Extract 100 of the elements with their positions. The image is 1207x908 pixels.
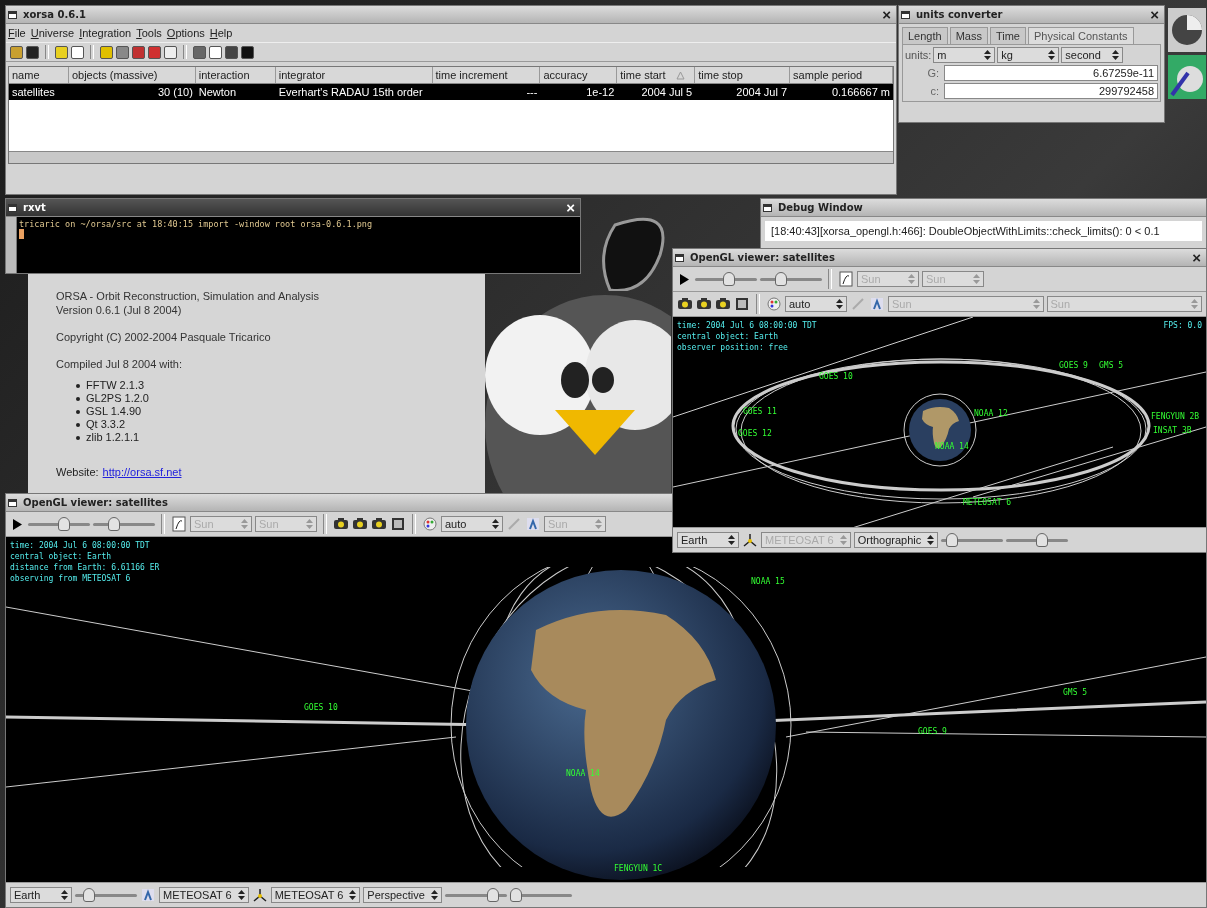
spinner-arrows-icon [1032,299,1040,309]
dropdown[interactable]: m [933,47,996,63]
window-title: rxvt [23,202,46,213]
table-cell-text: --- [525,85,539,100]
slider-handle[interactable] [108,517,120,531]
table-cell-text: 2004 Jul 5 [640,85,694,100]
film-icon[interactable] [734,296,750,312]
column-header[interactable]: interaction [195,67,276,83]
brush-icon[interactable] [1168,55,1206,99]
tab[interactable]: Physical Constants [1028,27,1134,44]
menu-item[interactable]: Tools [136,27,162,39]
camera-icon[interactable] [333,516,349,532]
play-button[interactable] [677,273,692,285]
camera-icon[interactable] [696,296,712,312]
figure-icon[interactable] [140,887,156,903]
menu-item[interactable]: Options [166,27,205,39]
column-header[interactable]: time start [617,67,696,83]
dropdown[interactable]: auto [441,516,503,532]
axes-icon[interactable] [742,532,758,548]
dropdown[interactable]: Earth [10,887,72,903]
slider[interactable] [93,517,155,531]
dropdown[interactable]: METEOSAT 6 [270,887,361,903]
camera-icon[interactable] [677,296,693,312]
column-header[interactable]: objects (massive) [68,67,196,83]
bullet-icon [76,435,80,440]
dropdown[interactable]: Perspective [363,887,442,903]
column-header[interactable]: sample period [790,67,893,83]
window-menu-icon[interactable] [675,253,684,262]
column-header[interactable]: time increment [432,67,541,83]
slider[interactable] [760,272,822,286]
slider[interactable] [75,888,137,902]
slider-handle[interactable] [775,272,787,286]
tab[interactable]: Mass [949,27,988,44]
close-button[interactable]: × [1189,250,1204,265]
column-header[interactable]: name [9,67,69,83]
dropdown[interactable]: kg [997,47,1060,63]
window-menu-icon[interactable] [763,203,772,212]
slider-handle[interactable] [82,888,95,902]
window-menu-icon[interactable] [8,498,17,507]
vertical-scrollbar[interactable] [6,217,17,273]
window-title: Debug Window [778,202,863,213]
dropdown[interactable]: second [1061,47,1124,63]
slider-handle[interactable] [946,533,959,547]
camera-icon[interactable] [715,296,731,312]
constant-field[interactable]: 6.67259e-11 [944,65,1158,81]
slider[interactable] [695,272,757,286]
slider[interactable] [444,888,507,902]
bullet-icon [76,409,80,414]
camera-icon[interactable] [371,516,387,532]
close-button[interactable]: × [563,200,578,215]
column-header[interactable]: integrator [275,67,433,83]
window-menu-icon[interactable] [8,10,17,19]
axes-icon[interactable] [251,887,268,903]
slider-handle[interactable] [1036,533,1049,547]
slider[interactable] [1006,533,1069,547]
dropdown[interactable]: Earth [677,532,739,548]
slider-handle[interactable] [58,517,70,531]
window-title: OpenGL viewer: satellites [23,497,168,508]
horizontal-scrollbar[interactable] [9,151,893,163]
page-icon[interactable] [838,271,854,287]
window-title: xorsa 0.6.1 [23,9,86,20]
spinner-arrows-icon [349,890,357,900]
window-menu-icon[interactable] [8,203,17,212]
figure-icon[interactable] [525,516,541,532]
camera-icon[interactable] [352,516,368,532]
figure-icon[interactable] [869,296,885,312]
menu-item[interactable]: Universe [30,27,75,39]
menu-item[interactable]: Help [209,27,233,39]
constant-label: c: [929,85,940,97]
column-header[interactable]: accuracy [540,67,618,83]
satellite-label: FENGYUN 2B [1151,412,1200,421]
info-text: time: 2004 Jul 6 08:00:00 TDT [10,541,150,550]
fps-text: FPS: 0.0 [1163,321,1202,330]
slider-handle[interactable] [487,888,500,902]
tab[interactable]: Length [902,27,948,44]
slider[interactable] [28,517,90,531]
window-menu-icon[interactable] [901,10,910,19]
column-header[interactable]: time stop [695,67,791,83]
slider[interactable] [509,888,572,902]
website-link[interactable]: http://orsa.sf.net [102,466,182,478]
palette-icon[interactable] [766,296,782,312]
slider[interactable] [941,533,1004,547]
tab[interactable]: Time [989,27,1026,44]
dropdown[interactable]: auto [785,296,847,312]
constant-field[interactable]: 299792458 [944,83,1158,99]
menu-item[interactable]: Integration [79,27,132,39]
info-text: time: 2004 Jul 6 08:00:00 TDT [677,321,817,330]
page-icon[interactable] [171,516,187,532]
slider-handle[interactable] [509,888,522,902]
dropdown[interactable]: METEOSAT 6 [159,887,249,903]
film-icon[interactable] [390,516,406,532]
close-button[interactable]: × [1147,7,1162,22]
menu-item[interactable]: File [8,27,26,39]
slider-handle[interactable] [722,272,735,286]
palette-icon[interactable] [422,516,438,532]
close-button[interactable]: × [879,7,894,22]
play-button[interactable] [10,518,25,530]
table-row[interactable]: satellites 30 (10) Newton Everhart's RADAU 15th order --- 1e-12 2004 Jul 5 2004 Jul 7 0.166667 m [9,84,893,100]
3d-view[interactable]: time: 2004 Jul 6 08:00:00 TDT central object: Earth observer position: free FPS: 0.0 GOES 10 GOES 9 GMS 5 GOES 11 GOES 12 NOAA 12 FENGYUN 2B INSAT 3B NOAA 14 METEOSAT 6 [673,317,1206,527]
dropdown[interactable]: Orthographic [853,532,939,548]
